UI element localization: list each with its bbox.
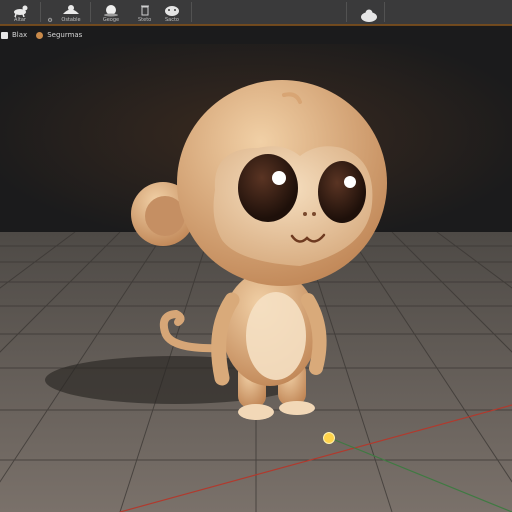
left-eye-highlight <box>272 171 286 185</box>
animal-icon <box>14 5 28 17</box>
tool-sacto[interactable]: Sacto <box>156 0 188 24</box>
pivot-gizmo[interactable] <box>323 432 335 444</box>
tool-geoge[interactable]: Geoge <box>96 0 126 24</box>
toolbar-divider <box>40 2 41 22</box>
creature-icon <box>165 6 179 16</box>
tool-label: Ostable <box>61 17 81 23</box>
toolbar-divider <box>346 2 347 22</box>
main-toolbar: Altar ⚙ Ostable Geoge Steto Sacto <box>0 0 512 25</box>
left-foot <box>238 404 274 420</box>
mode-label[interactable]: Blax <box>12 31 27 39</box>
tool-ostable[interactable]: Ostable <box>56 0 86 24</box>
sphere-icon <box>104 5 118 17</box>
toolbar-divider <box>90 2 91 22</box>
bird-icon <box>63 5 79 14</box>
checkbox-icon[interactable] <box>1 31 8 39</box>
tool-label: Steto <box>138 17 152 23</box>
tool-label: Altar <box>14 17 26 23</box>
scene-label[interactable]: Segurmas <box>47 31 82 39</box>
viewport-canvas <box>0 44 512 512</box>
nostril-right <box>312 212 316 216</box>
tool-altar[interactable]: Altar <box>6 0 34 24</box>
tool-label: Sacto <box>164 17 179 23</box>
3d-viewport[interactable] <box>0 44 512 512</box>
tool-label: Geoge <box>102 17 120 23</box>
viewport-status-bar: Blax Segurmas <box>0 26 512 44</box>
toolbar-divider <box>384 2 385 22</box>
left-eye <box>238 154 298 222</box>
right-eye-highlight <box>344 176 356 188</box>
right-foot <box>279 401 315 415</box>
animal-preview-icon <box>361 9 377 22</box>
preview-button[interactable] <box>352 0 386 24</box>
belly <box>246 292 306 380</box>
toolbar-divider <box>191 2 192 22</box>
small-gear-icon[interactable]: ⚙ <box>44 0 56 24</box>
trash-icon <box>140 5 149 16</box>
scene-icon <box>36 31 44 39</box>
nostril-left <box>303 212 307 216</box>
tool-steto[interactable]: Steto <box>134 0 155 24</box>
right-eye <box>318 161 366 223</box>
